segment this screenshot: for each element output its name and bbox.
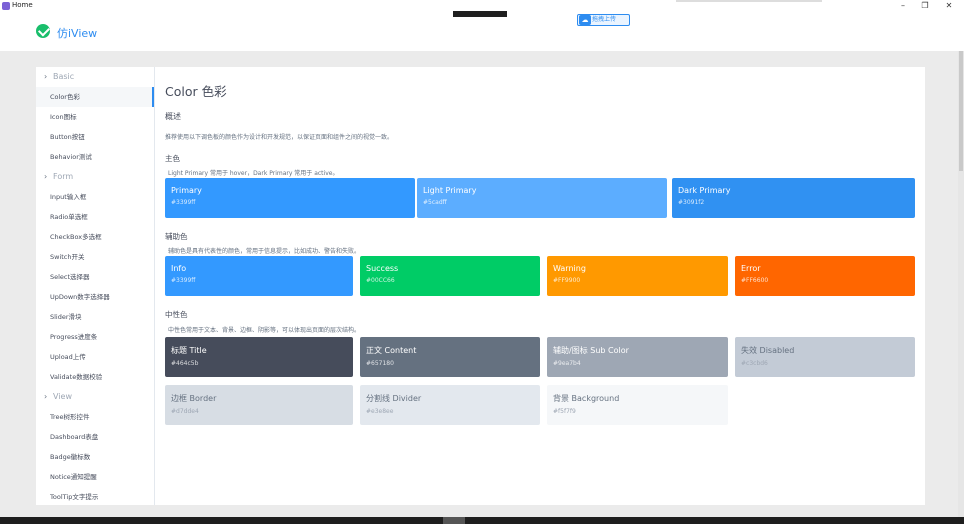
swatch-name: Light Primary (423, 186, 477, 195)
aux-desc: 辅助色是具有代表性的颜色，常用于信息提示，比如成功、警告和失败。 (168, 248, 361, 255)
color-swatch: 分割线 Divider #e3e8ee (360, 385, 540, 425)
color-swatch: 失效 Disabled #c3cbd6 (735, 337, 915, 377)
app-icon (2, 2, 10, 10)
swatch-hex: #5cadff (423, 199, 447, 206)
color-swatch: Warning #FF9900 (547, 256, 728, 296)
swatch-name: 正文 Content (366, 346, 417, 355)
swatch-hex: #3091f2 (678, 199, 705, 206)
bottom-strip (0, 517, 964, 524)
aux-title: 辅助色 (165, 232, 188, 241)
logo-icon[interactable] (36, 24, 50, 38)
sidebar-group-label: Form (53, 172, 74, 181)
sidebar-item[interactable]: Button按钮 (36, 127, 154, 147)
neutral-title: 中性色 (165, 310, 188, 319)
sidebar-group-basic[interactable]: › Basic (36, 67, 154, 87)
sidebar-item[interactable]: UpDown数字选择器 (36, 287, 154, 307)
swatch-name: 背景 Background (553, 394, 620, 403)
sidebar-group-label: View (53, 392, 72, 401)
sidebar-item[interactable]: Progress进度条 (36, 327, 154, 347)
sidebar-group-form[interactable]: › Form (36, 167, 154, 187)
sidebar-item[interactable]: Color色彩 (36, 87, 154, 107)
swatch-hex: #c3cbd6 (741, 360, 768, 367)
sidebar-nav: › Basic Color色彩 Icon图标 Button按钮 Behavior测试 › Fo… (36, 67, 155, 505)
drag-handle[interactable] (453, 11, 507, 17)
sidebar-item[interactable]: Behavior测试 (36, 147, 154, 167)
sidebar-item[interactable]: Input输入框 (36, 187, 154, 207)
swatch-hex: #e3e8ee (366, 408, 394, 415)
color-swatch: Error #FF6600 (735, 256, 915, 296)
window-title: Home (12, 1, 33, 9)
bottom-tab (443, 517, 465, 524)
sidebar-item[interactable]: Select选择器 (36, 267, 154, 287)
swatch-hex: #657180 (366, 360, 394, 367)
swatch-name: Dark Primary (678, 186, 731, 195)
sidebar-item[interactable]: Badge徽标数 (36, 447, 154, 467)
primary-title: 主色 (165, 154, 180, 163)
swatch-hex: #FF6600 (741, 277, 769, 284)
color-swatch: 正文 Content #657180 (360, 337, 540, 377)
swatch-name: Primary (171, 186, 202, 195)
sidebar-item[interactable]: Notice通知提醒 (36, 467, 154, 487)
sidebar-item[interactable]: Slider滑块 (36, 307, 154, 327)
swatch-hex: #f5f7f9 (553, 408, 576, 415)
top-divider (676, 0, 822, 2)
swatch-name: 标题 Title (171, 346, 207, 355)
color-swatch: Light Primary #5cadff (417, 178, 667, 218)
color-swatch: Primary #3399ff (165, 178, 415, 218)
sidebar-group-view[interactable]: › View (36, 387, 154, 407)
color-swatch: Dark Primary #3091f2 (672, 178, 915, 218)
swatch-name: Info (171, 264, 187, 273)
sidebar-item[interactable]: Radio单选框 (36, 207, 154, 227)
swatch-name: 失效 Disabled (741, 346, 795, 355)
swatch-hex: #00CC66 (366, 277, 395, 284)
primary-desc: Light Primary 常用于 hover，Dark Primary 常用于… (168, 170, 339, 177)
swatch-name: Error (741, 264, 761, 273)
maximize-button[interactable]: ❐ (914, 0, 936, 12)
chevron-right-icon: › (44, 72, 48, 81)
upload-button[interactable]: ☁ 拖拽上传 (577, 14, 630, 26)
scrollbar-thumb[interactable] (959, 51, 963, 171)
color-swatch: 辅助/图标 Sub Color #9ea7b4 (547, 337, 728, 377)
swatch-hex: #3399ff (171, 199, 196, 206)
brand-title[interactable]: 仿iView (57, 25, 97, 41)
close-button[interactable]: ✕ (938, 0, 960, 12)
sidebar-item[interactable]: Switch开关 (36, 247, 154, 267)
swatch-name: 辅助/图标 Sub Color (553, 346, 629, 355)
swatch-hex: #9ea7b4 (553, 360, 581, 367)
swatch-name: Success (366, 264, 399, 273)
color-swatch: 边框 Border #d7dde4 (165, 385, 353, 425)
window-scrollbar[interactable] (958, 51, 964, 517)
color-swatch: Success #00CC66 (360, 256, 540, 296)
overview-title: 概述 (165, 112, 181, 121)
minimize-button[interactable]: – (892, 0, 914, 12)
chevron-right-icon: › (44, 172, 48, 181)
swatch-hex: #FF9900 (553, 277, 581, 284)
main-panel: Color 色彩 概述 推荐使用以下调色板的颜色作为设计和开发规范，以保证页面和… (155, 67, 925, 505)
swatch-name: Warning (553, 264, 586, 273)
sidebar-group-label: Basic (53, 72, 75, 81)
neutral-desc: 中性色常用于文本、背景、边框、阴影等，可以体现出页面的层次结构。 (168, 327, 361, 334)
swatch-name: 分割线 Divider (366, 394, 422, 403)
sidebar-item[interactable]: Tree树形控件 (36, 407, 154, 427)
sidebar-item[interactable]: Upload上传 (36, 347, 154, 367)
sidebar-item[interactable]: CheckBox多选框 (36, 227, 154, 247)
cloud-upload-icon: ☁ (579, 15, 591, 25)
sidebar-item[interactable]: Validate数据校验 (36, 367, 154, 387)
chevron-right-icon: › (44, 392, 48, 401)
upload-label: 拖拽上传 (592, 16, 617, 23)
swatch-hex: #464c5b (171, 360, 199, 367)
swatch-name: 边框 Border (171, 394, 217, 403)
color-swatch: 背景 Background #f5f7f9 (547, 385, 728, 425)
page-title: Color 色彩 (165, 84, 227, 99)
color-swatch: 标题 Title #464c5b (165, 337, 353, 377)
overview-desc: 推荐使用以下调色板的颜色作为设计和开发规范，以保证页面和组件之间的视觉一致。 (165, 134, 394, 141)
sidebar-item[interactable]: ToolTip文字提示 (36, 487, 154, 505)
sidebar-item[interactable]: Dashboard表盘 (36, 427, 154, 447)
swatch-hex: #3399ff (171, 277, 196, 284)
app-header: 仿iView ☁ 拖拽上传 (0, 12, 964, 51)
swatch-hex: #d7dde4 (171, 408, 199, 415)
sidebar-item[interactable]: Icon图标 (36, 107, 154, 127)
color-swatch: Info #3399ff (165, 256, 353, 296)
